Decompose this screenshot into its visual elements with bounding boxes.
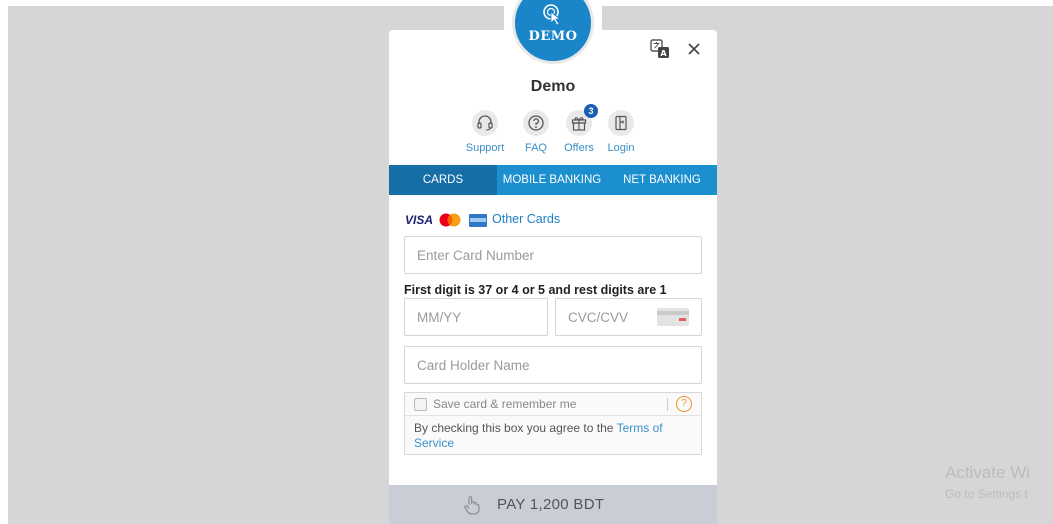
close-icon[interactable] bbox=[683, 38, 705, 60]
merchant-logo-text: DEMO bbox=[528, 29, 578, 44]
card-holder-input[interactable] bbox=[404, 346, 702, 384]
card-back-icon bbox=[657, 308, 689, 326]
save-card-box: Save card & remember me ? By checking th… bbox=[404, 392, 702, 455]
amex-icon bbox=[469, 214, 487, 227]
pay-button[interactable]: PAY 1,200 BDT bbox=[389, 485, 717, 524]
payment-tabs: CARDS MOBILE BANKING NET BANKING bbox=[389, 165, 717, 195]
support-icon-circle bbox=[472, 110, 498, 136]
faq-link[interactable]: FAQ bbox=[512, 110, 560, 160]
login-icon bbox=[615, 115, 627, 131]
save-row-divider bbox=[667, 398, 668, 411]
login-link[interactable]: Login bbox=[597, 110, 645, 160]
quick-links: Support FAQ 3 Offers Login bbox=[389, 104, 717, 160]
question-icon bbox=[528, 115, 544, 131]
card-brands: VISA Other Cards bbox=[405, 212, 605, 228]
translate-icon[interactable]: A bbox=[649, 38, 671, 60]
support-link[interactable]: Support bbox=[461, 110, 509, 160]
terms-agreement-text: By checking this box you agree to the Te… bbox=[414, 421, 694, 451]
support-label: Support bbox=[465, 142, 505, 154]
card-number-input[interactable] bbox=[404, 236, 702, 274]
expiry-input[interactable] bbox=[404, 298, 548, 336]
tab-cards[interactable]: CARDS bbox=[389, 165, 497, 195]
save-card-label: Save card & remember me bbox=[433, 397, 577, 411]
offers-link[interactable]: 3 Offers bbox=[555, 104, 603, 160]
card-hint-text: First digit is 37 or 4 or 5 and rest dig… bbox=[404, 283, 667, 297]
payment-modal: DEMO A Demo Support FAQ 3 Offers Login C… bbox=[389, 0, 717, 524]
gift-icon bbox=[571, 117, 587, 131]
help-icon[interactable]: ? bbox=[676, 396, 692, 412]
visa-logo: VISA bbox=[405, 213, 434, 227]
tab-mobile-banking[interactable]: MOBILE BANKING bbox=[497, 165, 607, 195]
faq-icon-circle bbox=[523, 110, 549, 136]
hand-pointer-icon bbox=[464, 496, 480, 515]
merchant-name: Demo bbox=[530, 78, 576, 95]
mastercard-icon bbox=[439, 213, 461, 227]
headset-icon bbox=[477, 115, 493, 131]
svg-text:A: A bbox=[660, 49, 667, 58]
agree-text: By checking this box you agree to the bbox=[414, 421, 617, 435]
save-card-row: Save card & remember me ? bbox=[405, 393, 701, 416]
login-label: Login bbox=[607, 142, 635, 154]
left-strip bbox=[0, 0, 8, 524]
other-cards-link[interactable]: Other Cards bbox=[492, 212, 560, 226]
offers-label: Offers bbox=[564, 142, 594, 154]
save-card-checkbox[interactable] bbox=[414, 398, 427, 411]
pay-button-label: PAY 1,200 BDT bbox=[497, 496, 605, 513]
login-icon-circle bbox=[608, 110, 634, 136]
merchant-logo: DEMO bbox=[512, 0, 594, 64]
merchant-logo-ring: DEMO bbox=[504, 0, 602, 75]
tab-net-banking[interactable]: NET BANKING bbox=[607, 165, 717, 195]
cursor-icon bbox=[543, 4, 562, 25]
activate-windows-title: Activate Wi bbox=[945, 463, 1031, 482]
offers-badge: 3 bbox=[584, 104, 598, 118]
cvc-field-wrapper bbox=[555, 298, 702, 336]
faq-label: FAQ bbox=[524, 142, 547, 154]
activate-windows-subtitle: Go to Settings t bbox=[945, 487, 1028, 501]
